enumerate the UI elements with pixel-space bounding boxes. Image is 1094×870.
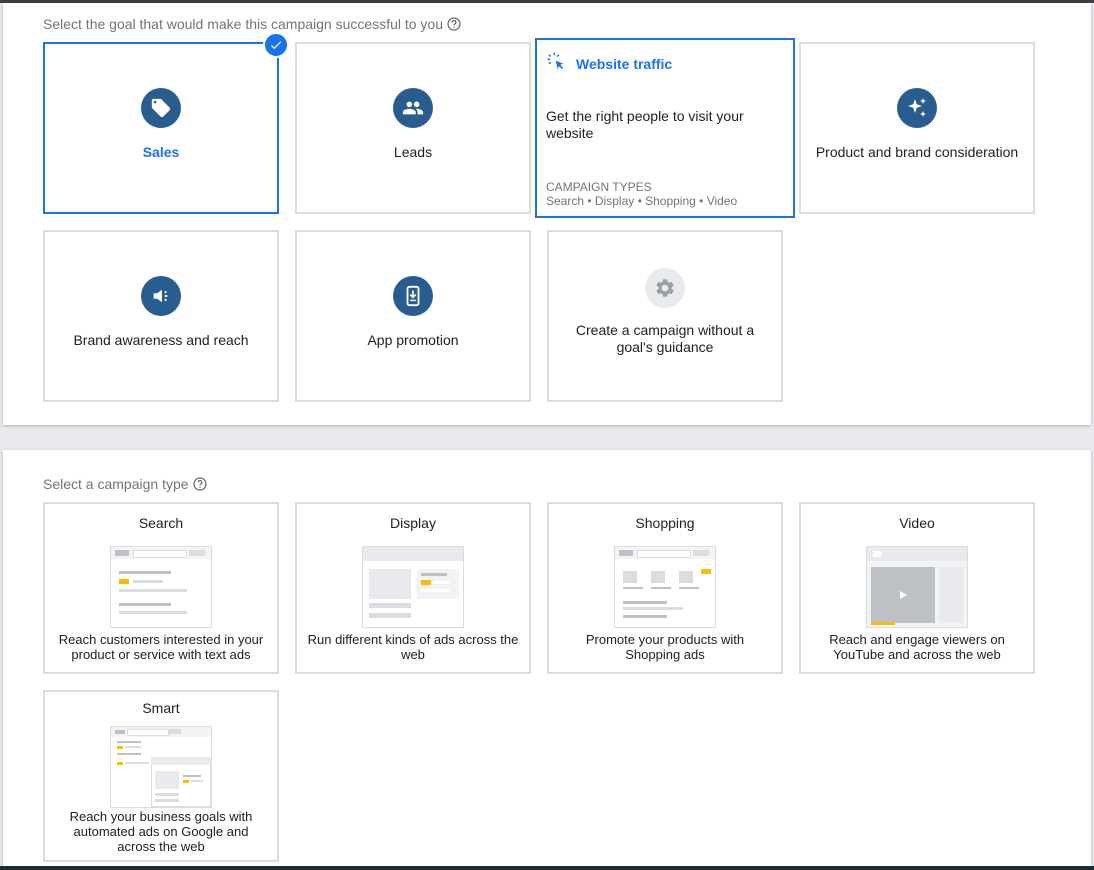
help-circle-icon[interactable] — [447, 17, 461, 31]
goal-card-leads[interactable]: Leads — [295, 42, 531, 214]
play-icon — [900, 591, 907, 599]
megaphone-icon — [141, 276, 181, 316]
checkmark-icon — [263, 32, 289, 58]
goal-label: Sales — [142, 144, 180, 160]
bottom-border — [0, 866, 1094, 870]
help-circle-icon[interactable] — [192, 477, 207, 491]
campaign-type-panel: Select a campaign type Search Reach cust… — [3, 450, 1091, 866]
goal-label: App promotion — [367, 332, 459, 348]
goal-description: Get the right people to visit your websi… — [546, 108, 744, 141]
type-title: Shopping — [635, 515, 695, 531]
goal-card-no-goal[interactable]: Create a campaign without a goal's guida… — [547, 230, 783, 402]
goal-selection-panel: Select the goal that would make this cam… — [3, 3, 1091, 425]
type-title: Smart — [142, 700, 180, 716]
campaign-type-shopping[interactable]: Shopping Promote your products with Shop… — [547, 502, 783, 674]
goal-card-brand-awareness[interactable]: Brand awareness and reach — [43, 230, 279, 402]
people-icon — [393, 88, 433, 128]
search-illustration — [110, 546, 212, 628]
cursor-click-icon — [546, 51, 566, 76]
goal-card-product-brand-consideration[interactable]: Product and brand consideration — [799, 42, 1035, 214]
type-section-heading: Select a campaign type — [43, 476, 207, 492]
goal-label: Leads — [393, 144, 433, 160]
type-description: Reach customers interested in your produ… — [58, 632, 264, 662]
campaign-types-info: CAMPAIGN TYPES Search • Display • Shoppi… — [546, 180, 737, 208]
type-description: Run different kinds of ads across the we… — [307, 632, 519, 662]
type-description: Reach and engage viewers on YouTube and … — [829, 632, 1005, 662]
goal-section-label: Select the goal that would make this cam… — [43, 16, 443, 32]
phone-download-icon — [393, 276, 433, 316]
display-illustration — [362, 546, 464, 628]
goal-label: Website traffic — [576, 55, 673, 72]
campaign-type-search[interactable]: Search Reach customers interested in you… — [43, 502, 279, 674]
type-description: Promote your products with Shopping ads — [585, 632, 745, 662]
type-title: Video — [899, 515, 935, 531]
goal-card-sales[interactable]: Sales — [43, 32, 289, 214]
shopping-illustration — [614, 546, 716, 628]
tag-icon — [141, 88, 181, 128]
campaign-type-display[interactable]: Display Run different kinds of ads acros… — [295, 502, 531, 674]
campaign-types-list: Search • Display • Shopping • Video — [546, 194, 738, 208]
sparkle-icon — [897, 88, 937, 128]
goal-card-app-promotion[interactable]: App promotion — [295, 230, 531, 402]
website-traffic-header: Website traffic — [546, 51, 672, 76]
smart-illustration — [110, 726, 212, 808]
goal-label: Product and brand consideration — [815, 144, 1019, 160]
type-title: Search — [138, 515, 184, 531]
goal-section-heading: Select the goal that would make this cam… — [43, 16, 461, 32]
campaign-type-video[interactable]: Video Reach and engage viewers on YouTub… — [799, 502, 1035, 674]
type-title: Display — [390, 515, 436, 531]
campaign-types-label: CAMPAIGN TYPES — [546, 180, 652, 194]
gear-icon — [645, 268, 685, 308]
goal-card-website-traffic[interactable]: Website traffic Get the right people to … — [535, 38, 795, 218]
goal-label: Create a campaign without a goal's guida… — [575, 322, 755, 355]
campaign-type-smart[interactable]: Smart Reach your business goals with aut… — [43, 690, 279, 862]
type-description: Reach your business goals with automated… — [69, 809, 253, 854]
type-section-label: Select a campaign type — [43, 476, 189, 492]
goal-label: Brand awareness and reach — [73, 332, 249, 348]
video-illustration — [866, 546, 968, 628]
